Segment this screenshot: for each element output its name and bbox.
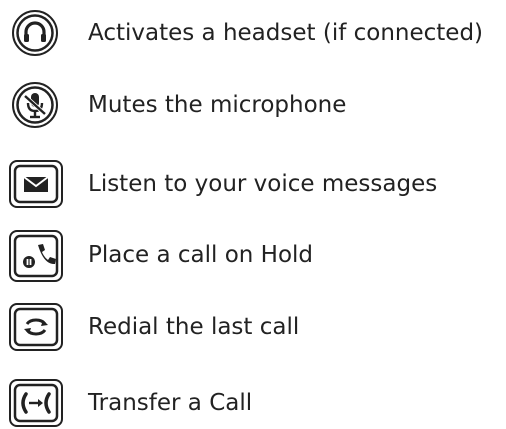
key-row-transfer: Transfer a Call [8, 377, 506, 429]
mute-key [8, 79, 72, 131]
messages-description: Listen to your voice messages [88, 171, 438, 197]
mute-microphone-icon [12, 82, 58, 128]
headset-description: Activates a headset (if connected) [88, 20, 484, 46]
transfer-icon [9, 379, 63, 427]
headset-icon [12, 10, 58, 56]
key-row-headset: Activates a headset (if connected) [8, 7, 506, 59]
hold-description: Place a call on Hold [88, 242, 314, 268]
redial-key [8, 301, 72, 353]
redial-icon [9, 303, 63, 351]
key-row-messages: Listen to your voice messages [8, 158, 506, 210]
key-row-mute: Mutes the microphone [8, 79, 506, 131]
mute-description: Mutes the microphone [88, 92, 347, 118]
hold-key [8, 229, 72, 282]
key-row-hold: Place a call on Hold [8, 229, 506, 282]
redial-description: Redial the last call [88, 314, 300, 340]
envelope-icon [9, 160, 63, 208]
messages-key [8, 158, 72, 210]
hold-icon [9, 230, 63, 282]
key-row-redial: Redial the last call [8, 301, 506, 353]
transfer-key [8, 377, 72, 429]
headset-key [8, 7, 72, 59]
transfer-description: Transfer a Call [88, 390, 253, 416]
